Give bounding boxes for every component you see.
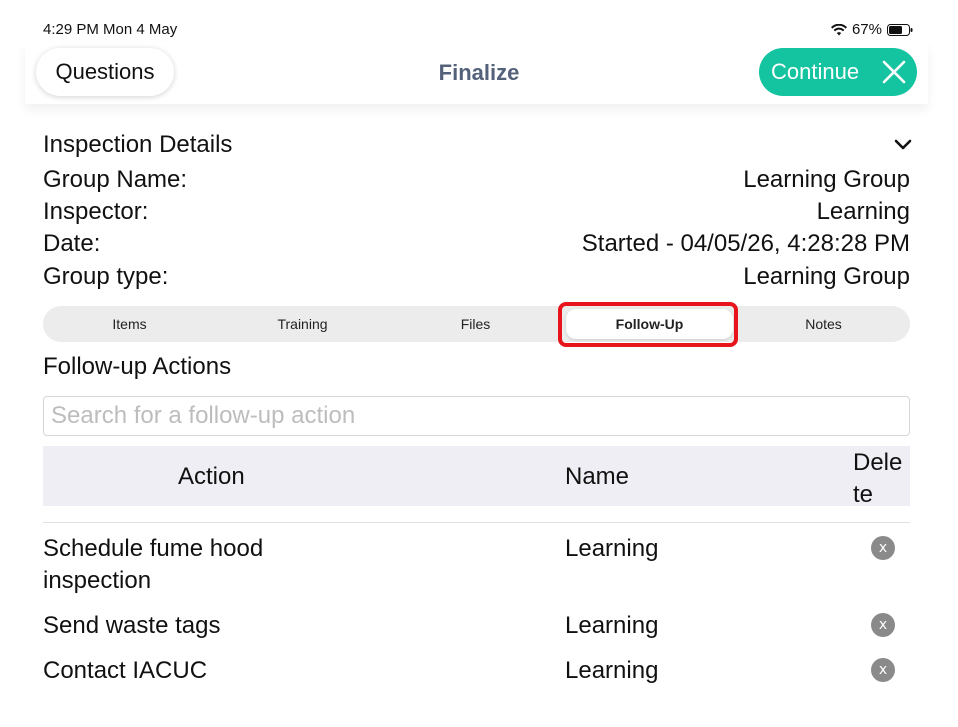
status-indicators: 67% bbox=[830, 21, 913, 38]
battery-icon bbox=[887, 23, 913, 36]
action-cell: Schedule fume hood inspection bbox=[43, 535, 264, 594]
detail-row-inspector: Inspector: Learning bbox=[43, 198, 910, 228]
status-bar: 4:29 PM Mon 4 May 67% bbox=[0, 0, 958, 40]
table-divider bbox=[43, 522, 910, 523]
table-row: Schedule fume hood inspection Learning x bbox=[43, 533, 910, 597]
inspection-details-title: Inspection Details bbox=[43, 131, 233, 158]
wifi-icon bbox=[830, 23, 847, 35]
tab-notes[interactable]: Notes bbox=[737, 306, 910, 342]
continue-button[interactable]: Continue bbox=[759, 48, 917, 96]
follow-up-search-input[interactable] bbox=[43, 396, 910, 436]
tab-follow-up[interactable]: Follow-Up bbox=[566, 309, 733, 339]
detail-value: Learning bbox=[816, 198, 910, 225]
detail-label: Inspector: bbox=[43, 198, 149, 225]
column-header-action: Action bbox=[178, 463, 245, 490]
column-header-name: Name bbox=[565, 463, 630, 490]
detail-value: Learning Group bbox=[743, 166, 910, 193]
detail-row-group-name: Group Name: Learning Group bbox=[43, 166, 910, 196]
delete-x-icon[interactable]: x bbox=[871, 613, 895, 637]
status-time: 4:29 PM Mon 4 May bbox=[43, 21, 178, 38]
action-cell: Send waste tags bbox=[43, 612, 221, 639]
detail-label: Group Name: bbox=[43, 166, 188, 193]
chevron-down-icon[interactable] bbox=[893, 138, 913, 152]
column-header-delete: Dele te bbox=[853, 449, 903, 508]
tab-files[interactable]: Files bbox=[389, 306, 562, 342]
close-icon[interactable] bbox=[881, 59, 907, 85]
table-row: Send waste tags Learning x bbox=[43, 610, 910, 642]
detail-label: Group type: bbox=[43, 263, 169, 290]
table-row: Contact IACUC Learning x bbox=[43, 655, 910, 687]
battery-percent: 67% bbox=[851, 21, 882, 38]
action-cell: Contact IACUC bbox=[43, 657, 208, 684]
table-header: Action Name Dele te bbox=[43, 446, 910, 508]
name-cell: Learning bbox=[565, 657, 659, 684]
name-cell: Learning bbox=[565, 535, 659, 562]
delete-x-icon[interactable]: x bbox=[871, 536, 895, 560]
detail-row-date: Date: Started - 04/05/26, 4:28:28 PM bbox=[43, 230, 910, 260]
detail-value: Learning Group bbox=[743, 263, 910, 290]
follow-up-actions-title: Follow-up Actions bbox=[43, 353, 232, 380]
detail-row-group-type: Group type: Learning Group bbox=[43, 263, 910, 293]
tab-training[interactable]: Training bbox=[216, 306, 389, 342]
tab-items[interactable]: Items bbox=[43, 306, 216, 342]
delete-x-icon[interactable]: x bbox=[871, 658, 895, 682]
detail-label: Date: bbox=[43, 230, 101, 257]
detail-value: Started - 04/05/26, 4:28:28 PM bbox=[581, 230, 910, 257]
continue-label: Continue bbox=[771, 59, 860, 84]
section-tabs: Items Training Files Follow-Up Notes bbox=[43, 306, 910, 342]
name-cell: Learning bbox=[565, 612, 659, 639]
